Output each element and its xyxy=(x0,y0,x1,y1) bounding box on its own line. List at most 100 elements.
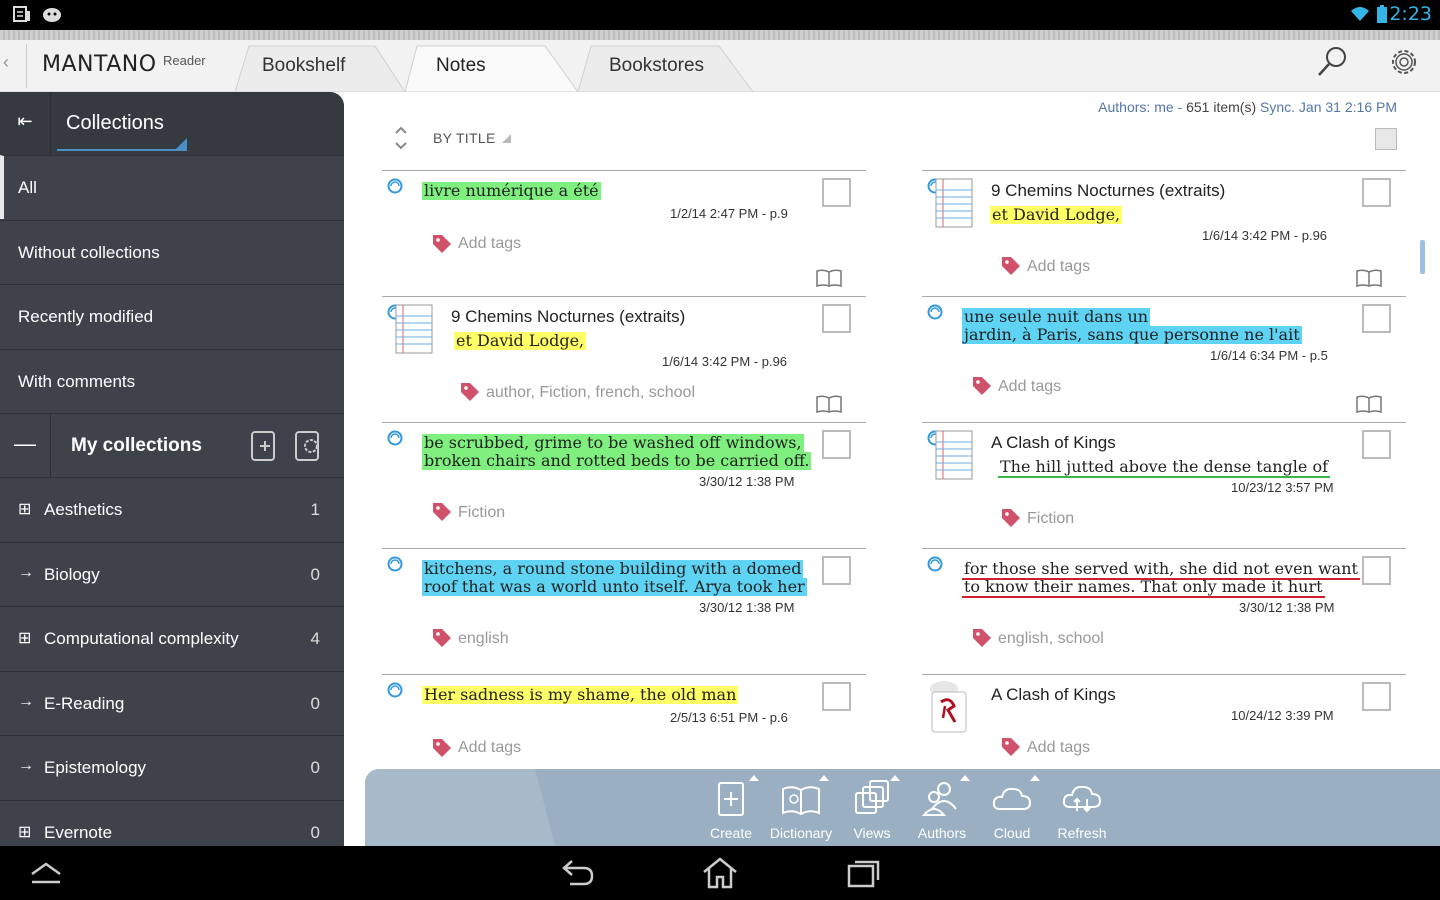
sidebar-header: ⇤ Collections xyxy=(0,92,344,155)
note-quote: be scrubbed, grime to be washed off wind… xyxy=(422,433,804,452)
note-checkbox[interactable] xyxy=(822,430,851,459)
note-item[interactable]: livre numérique a été 1/2/14 2:47 PM - p… xyxy=(382,170,866,296)
home-icon[interactable] xyxy=(700,856,740,890)
note-tags[interactable]: Fiction xyxy=(458,504,505,522)
toolbar-label: Views xyxy=(853,825,891,841)
battery-icon xyxy=(1377,5,1387,23)
collection-item-biology[interactable]: → Biology 0 xyxy=(0,542,344,606)
note-item[interactable]: une seule nuit dans un jardin, à Paris, … xyxy=(922,296,1406,422)
back-chevron-icon[interactable]: ‹ xyxy=(3,52,9,73)
tag-icon xyxy=(973,629,991,647)
collection-item-e-reading[interactable]: → E-Reading 0 xyxy=(0,671,344,735)
note-quote-line2: roof that was a world unto itself. Arya … xyxy=(422,577,807,596)
sort-order-icon[interactable] xyxy=(394,125,408,151)
note-checkbox[interactable] xyxy=(1362,556,1391,585)
cloud-icon xyxy=(992,787,1032,810)
open-book-icon[interactable] xyxy=(1356,268,1382,288)
collection-item-aesthetics[interactable]: ⊞ Aesthetics 1 xyxy=(0,477,344,541)
search-icon[interactable] xyxy=(1316,46,1348,78)
collection-settings-icon[interactable] xyxy=(295,431,323,461)
sidebar-item-label: All xyxy=(18,178,37,197)
hide-keyboard-icon[interactable] xyxy=(26,856,66,890)
note-checkbox[interactable] xyxy=(1362,304,1391,333)
tab-notes[interactable]: Notes xyxy=(436,45,486,92)
note-checkbox[interactable] xyxy=(1362,178,1391,207)
note-date: 1/6/14 3:42 PM - p.96 xyxy=(1202,228,1328,243)
collection-item-epistemology[interactable]: → Epistemology 0 xyxy=(0,735,344,799)
create-button[interactable]: Create xyxy=(693,775,769,843)
note-item[interactable]: A Clash of Kings 10/24/12 3:39 PM Add ta… xyxy=(922,674,1406,769)
scrollbar[interactable] xyxy=(1420,240,1425,274)
views-button[interactable]: Views xyxy=(834,775,910,843)
note-item[interactable]: A Clash of Kings The hill jutted above t… xyxy=(922,422,1406,548)
note-tags[interactable]: english xyxy=(458,630,509,648)
expand-plus-icon[interactable]: ⊞ xyxy=(18,499,34,519)
refresh-cloud-icon xyxy=(1062,785,1102,813)
sidebar-item-recently-modified[interactable]: Recently modified xyxy=(0,284,344,348)
collection-count: 0 xyxy=(310,823,320,842)
collection-item-computational-complexity[interactable]: ⊞ Computational complexity 4 xyxy=(0,606,344,670)
note-item[interactable]: Her sadness is my shame, the old man 2/5… xyxy=(382,674,866,769)
cloud-button[interactable]: Cloud xyxy=(974,775,1050,843)
note-tags[interactable]: Add tags xyxy=(458,235,521,253)
open-book-icon[interactable] xyxy=(816,394,842,414)
tab-bookshelf[interactable]: Bookshelf xyxy=(262,45,345,92)
note-checkbox[interactable] xyxy=(1362,430,1391,459)
tab-bookstores[interactable]: Bookstores xyxy=(609,45,704,92)
note-item[interactable]: be scrubbed, grime to be washed off wind… xyxy=(382,422,866,548)
note-item[interactable]: 9 Chemins Nocturnes (extraits) et David … xyxy=(382,296,866,422)
note-tags[interactable]: Add tags xyxy=(1027,739,1090,757)
refresh-button[interactable]: Refresh xyxy=(1044,777,1120,843)
select-all-checkbox[interactable] xyxy=(1375,128,1397,150)
note-checkbox[interactable] xyxy=(822,682,851,711)
note-quote: et David Lodge, xyxy=(990,205,1123,224)
note-date: 3/30/12 1:38 PM xyxy=(699,600,795,615)
note-tags[interactable]: Add tags xyxy=(458,739,521,757)
my-collections-title: My collections xyxy=(71,435,202,456)
note-checkbox[interactable] xyxy=(822,178,851,207)
collections-dropdown[interactable]: Collections xyxy=(66,112,164,135)
note-item[interactable]: for those she served with, she did not e… xyxy=(922,548,1406,674)
expand-plus-icon[interactable]: ⊞ xyxy=(18,822,34,842)
sidebar-item-without-collections[interactable]: Without collections xyxy=(0,220,344,284)
note-item[interactable]: kitchens, a round stone building with a … xyxy=(382,548,866,674)
note-checkbox[interactable] xyxy=(822,556,851,585)
note-quote: The hill jutted above the dense tangle o… xyxy=(998,457,1331,478)
collection-item-evernote[interactable]: ⊞ Evernote 0 xyxy=(0,800,344,846)
sort-by-dropdown[interactable]: BY TITLE xyxy=(433,130,496,146)
note-quote: Her sadness is my shame, the old man xyxy=(422,685,739,704)
note-title: 9 Chemins Nocturnes (extraits) xyxy=(451,307,686,326)
bottom-toolbar: Create Dictionary Views Authors Cloud Re… xyxy=(365,769,1440,846)
note-item[interactable]: 9 Chemins Nocturnes (extraits) et David … xyxy=(922,170,1406,296)
expand-plus-icon[interactable]: ⊞ xyxy=(18,628,34,648)
open-book-icon[interactable] xyxy=(816,268,842,288)
document-icon xyxy=(935,178,973,228)
collection-count: 0 xyxy=(310,758,320,777)
sidebar-item-label: Without collections xyxy=(18,243,160,262)
collapse-sidebar-icon[interactable]: ⇤ xyxy=(0,92,51,155)
collapse-minus-icon[interactable]: — xyxy=(0,414,51,478)
authors-button[interactable]: Authors xyxy=(904,775,980,843)
note-tags[interactable]: author, Fiction, french, school xyxy=(486,384,695,402)
sync-icon xyxy=(927,556,943,572)
tag-icon xyxy=(433,503,451,521)
back-icon[interactable] xyxy=(556,856,596,890)
collection-label: Epistemology xyxy=(44,758,147,777)
authors-filter[interactable]: Authors: me xyxy=(1098,99,1173,115)
note-tags[interactable]: Add tags xyxy=(998,378,1061,396)
sidebar-item-with-comments[interactable]: With comments xyxy=(0,349,344,413)
note-checkbox[interactable] xyxy=(1362,682,1391,711)
note-tags[interactable]: Add tags xyxy=(1027,258,1090,276)
tag-icon xyxy=(433,739,451,757)
recent-apps-icon[interactable] xyxy=(844,856,884,890)
note-tags[interactable]: english, school xyxy=(998,630,1104,648)
sidebar-item-all[interactable]: All xyxy=(0,155,344,219)
note-tags[interactable]: Fiction xyxy=(1027,510,1074,528)
arrow-right-icon: → xyxy=(18,757,34,774)
dictionary-button[interactable]: Dictionary xyxy=(763,775,839,843)
gear-icon[interactable] xyxy=(1388,46,1420,78)
open-book-icon[interactable] xyxy=(1356,394,1382,414)
note-checkbox[interactable] xyxy=(822,304,851,333)
add-collection-icon[interactable] xyxy=(251,431,279,461)
note-date: 1/2/14 2:47 PM - p.9 xyxy=(670,206,788,221)
